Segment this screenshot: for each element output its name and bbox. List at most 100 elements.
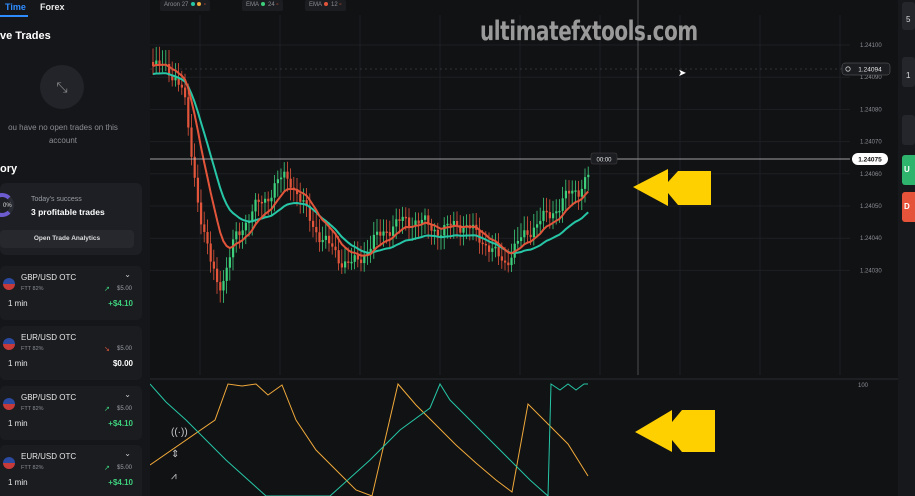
current-price-tag: 1.24075 — [852, 153, 888, 165]
candle-body — [347, 261, 350, 263]
draw-tool-icon[interactable]: ⩘ — [171, 471, 177, 482]
candle-body — [449, 223, 452, 226]
flag-icon — [3, 278, 15, 290]
price-axis-label: 1.24070 — [860, 140, 882, 146]
indicator-name: EMA — [246, 2, 259, 8]
candle-body — [520, 237, 523, 241]
candle-body — [504, 260, 507, 263]
trade-duration: 1 min — [8, 299, 28, 308]
tab-forex[interactable]: Forex — [40, 2, 65, 12]
trade-payout: +$4.10 — [108, 419, 133, 428]
candle-body — [408, 217, 411, 228]
candle-body — [555, 211, 558, 214]
trade-stake: $5.00 — [116, 406, 132, 412]
candle-body — [481, 242, 484, 245]
trade-ftt: FTT 82% — [21, 286, 44, 292]
candle-body — [564, 190, 567, 199]
candle-body — [507, 262, 510, 266]
trade-card[interactable]: EUR/USD OTC FTT 82% ↘ $5.00 1 min $0.00 — [0, 326, 142, 380]
candle-body — [353, 255, 356, 262]
payout-field — [902, 115, 915, 145]
no-trades-icon: ⤡ — [40, 65, 84, 109]
success-value: 3 profitable trades — [31, 207, 105, 217]
trash-icon[interactable]: ▫ — [204, 2, 206, 8]
candle-body — [206, 231, 209, 244]
candle-body — [379, 231, 382, 236]
indicator-name: EMA — [309, 2, 322, 8]
candle-body — [529, 234, 532, 238]
candle-body — [548, 212, 551, 219]
trade-pair: EUR/USD OTC — [21, 452, 77, 461]
right-trade-panel: 5 1 — [898, 0, 915, 496]
candle-body — [209, 243, 212, 262]
trash-icon[interactable]: ▫ — [339, 2, 341, 8]
candle-body — [244, 222, 247, 231]
sell-down-button[interactable]: D — [902, 192, 915, 222]
candle-body — [286, 171, 289, 179]
candle-body — [398, 219, 401, 221]
candle-body — [264, 198, 267, 203]
ema-12-line — [152, 63, 589, 257]
candle-body — [452, 220, 455, 226]
price-axis-label: 1.24080 — [860, 107, 882, 113]
indicator-ema-24[interactable]: EMA 24 ▫ — [242, 0, 283, 11]
candle-body — [568, 190, 571, 194]
candle-body — [510, 257, 513, 266]
indicator-aroon[interactable]: Aroon 27 ▫ — [160, 0, 210, 11]
candle-body — [180, 84, 183, 88]
candle-body — [376, 231, 379, 235]
color-dot — [191, 2, 196, 7]
price-chart[interactable]: 1.24100 1.24090 1.24080 1.24070 1.24060 1.240… — [150, 0, 915, 496]
candle-body — [545, 210, 548, 213]
trade-stake: $5.00 — [116, 286, 132, 292]
candle-body — [318, 232, 321, 243]
candle-body — [561, 198, 564, 211]
trade-pair: GBP/USD OTC — [21, 273, 77, 282]
candle-body — [289, 178, 292, 188]
crosshair-price-text: 1.24094 — [858, 67, 882, 74]
candle-body — [584, 177, 587, 189]
candle-body — [446, 223, 449, 226]
trade-card[interactable]: EUR/USD OTC ⌄ FTT 82% ↗ $5.00 1 min +$4.… — [0, 445, 142, 496]
flag-icon — [3, 457, 15, 469]
success-card: 0% Today's success 3 profitable trades O… — [0, 183, 142, 255]
trade-card[interactable]: GBP/USD OTC ⌄ FTT 82% ↗ $5.00 1 min +$4.… — [0, 266, 142, 320]
aroon-up-line — [150, 382, 589, 496]
candle-body — [276, 179, 279, 184]
trade-card[interactable]: GBP/USD OTC ⌄ FTT 82% ↗ $5.00 1 min +$4.… — [0, 386, 142, 440]
flag-icon — [3, 338, 15, 350]
empty-trades-text: ou have no open trades on this account — [8, 123, 118, 145]
candle-body — [270, 197, 273, 202]
candle-body — [267, 198, 270, 202]
chevron-down-icon[interactable]: ⌄ — [124, 449, 131, 458]
chevron-down-icon[interactable]: ⌄ — [124, 270, 131, 279]
candle-body — [404, 216, 407, 219]
candle-body — [238, 231, 241, 236]
candle-body — [542, 210, 545, 221]
candle-body — [212, 261, 215, 269]
indicator-ema-12[interactable]: EMA 12 ▫ — [305, 0, 346, 11]
candle-body — [539, 220, 542, 225]
arrow-up-icon: ↗ — [104, 406, 110, 413]
candle-body — [388, 232, 391, 236]
adjust-tool-icon[interactable]: ⇕ — [171, 449, 179, 460]
candle-body — [571, 190, 574, 194]
candle-body — [401, 216, 404, 221]
candle-body — [523, 230, 526, 238]
tab-time[interactable]: Time — [5, 2, 26, 12]
signal-tool-icon[interactable]: ((·)) — [171, 427, 188, 438]
candle-body — [392, 226, 395, 236]
candle-body — [456, 220, 459, 226]
color-dot — [197, 2, 202, 7]
color-dot — [261, 2, 266, 7]
open-trade-analytics-button[interactable]: Open Trade Analytics — [0, 230, 134, 248]
arrow-up-icon: ↗ — [104, 465, 110, 472]
candle-body — [536, 224, 539, 228]
trade-ftt: FTT 82% — [21, 465, 44, 471]
buy-up-button[interactable]: U — [902, 155, 915, 185]
current-price-text: 1.24075 — [858, 157, 882, 164]
price-axis-label: 1.24060 — [860, 172, 882, 178]
trash-icon[interactable]: ▫ — [276, 2, 278, 8]
chevron-down-icon[interactable]: ⌄ — [124, 390, 131, 399]
candle-body — [315, 226, 318, 233]
